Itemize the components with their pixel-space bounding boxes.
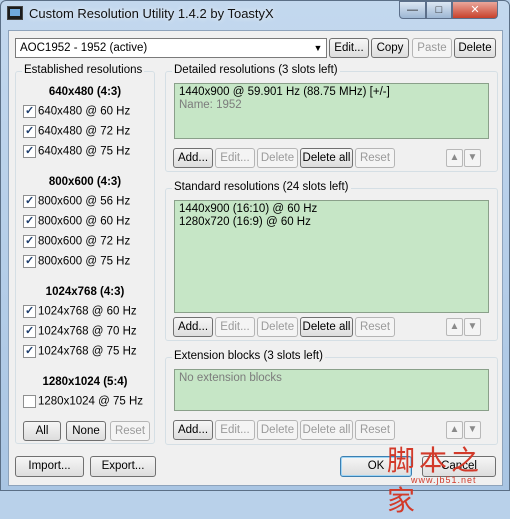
checkbox-mark[interactable]	[23, 194, 36, 208]
detailed-delete-all-button[interactable]: Delete all	[300, 148, 353, 168]
list-item-name: Name: 1952	[179, 99, 242, 111]
detailed-list[interactable]: 1440x900 @ 59.901 Hz (88.75 MHz) [+/-] N…	[174, 83, 489, 139]
chevron-down-icon[interactable]: ▼	[310, 39, 326, 57]
standard-delete-all-button[interactable]: Delete all	[300, 317, 353, 337]
none-button[interactable]: None	[66, 421, 106, 441]
maximize-button[interactable]: □	[426, 1, 452, 19]
checkbox-mark[interactable]	[23, 304, 36, 318]
move-up-icon[interactable]: ▲	[446, 318, 463, 336]
move-up-icon[interactable]: ▲	[446, 421, 463, 439]
standard-reset-button[interactable]: Reset	[355, 317, 395, 337]
extension-list[interactable]: No extension blocks	[174, 369, 489, 411]
checkbox-mark[interactable]	[23, 344, 36, 358]
extension-reset-button[interactable]: Reset	[355, 420, 395, 440]
edit-monitor-button[interactable]: Edit...	[329, 38, 369, 58]
detailed-delete-button[interactable]: Delete	[257, 148, 298, 168]
standard-list[interactable]: 1440x900 (16:10) @ 60 Hz 1280x720 (16:9)…	[174, 200, 489, 313]
standard-edit-button[interactable]: Edit...	[215, 317, 255, 337]
group-heading-640: 640x480 (4:3)	[48, 86, 122, 98]
standard-delete-button[interactable]: Delete	[257, 317, 298, 337]
move-up-icon[interactable]: ▲	[446, 149, 463, 167]
paste-button[interactable]: Paste	[412, 38, 452, 58]
group-heading-1280: 1280x1024 (5:4)	[42, 376, 128, 388]
detailed-title: Detailed resolutions (3 slots left)	[172, 64, 340, 76]
move-down-icon[interactable]: ▼	[464, 421, 481, 439]
list-item[interactable]: 1280x720 (16:9) @ 60 Hz	[179, 216, 484, 229]
checkbox-mark[interactable]	[23, 124, 36, 138]
checkbox-800x600-60[interactable]: 800x600 @ 60 Hz	[23, 214, 130, 231]
detailed-resolutions-group: Detailed resolutions (3 slots left) 1440…	[165, 64, 498, 172]
established-reset-button[interactable]: Reset	[110, 421, 150, 441]
checkbox-800x600-56[interactable]: 800x600 @ 56 Hz	[23, 194, 130, 211]
checkbox-800x600-75[interactable]: 800x600 @ 75 Hz	[23, 254, 130, 271]
checkbox-1280x1024-75[interactable]: 1280x1024 @ 75 Hz	[23, 395, 143, 411]
monitor-select[interactable]: AOC1952 - 1952 (active) ▼	[15, 38, 327, 58]
extension-delete-button[interactable]: Delete	[257, 420, 298, 440]
checkbox-640x480-60[interactable]: 640x480 @ 60 Hz	[23, 104, 130, 121]
window-title: Custom Resolution Utility 1.4.2 by Toast…	[29, 6, 274, 21]
checkbox-mark[interactable]	[23, 234, 36, 248]
minimize-button[interactable]: —	[399, 1, 426, 19]
extension-title: Extension blocks (3 slots left)	[172, 350, 325, 362]
checkbox-640x480-72[interactable]: 640x480 @ 72 Hz	[23, 124, 130, 141]
established-title: Established resolutions	[22, 64, 145, 76]
monitor-icon	[7, 6, 23, 20]
checkbox-640x480-75[interactable]: 640x480 @ 75 Hz	[23, 144, 130, 161]
established-resolutions-group: Established resolutions 640x480 (4:3) 64…	[15, 64, 155, 444]
all-button[interactable]: All	[23, 421, 61, 441]
standard-add-button[interactable]: Add...	[173, 317, 213, 337]
dialog-body: AOC1952 - 1952 (active) ▼ Edit... Copy P…	[8, 30, 503, 486]
checkbox-mark[interactable]	[23, 324, 36, 338]
checkbox-mark[interactable]	[23, 214, 36, 228]
checkbox-1024x768-70[interactable]: 1024x768 @ 70 Hz	[23, 324, 137, 341]
checkbox-mark[interactable]	[23, 104, 36, 118]
delete-monitor-button[interactable]: Delete	[454, 38, 496, 58]
standard-resolutions-group: Standard resolutions (24 slots left) 144…	[165, 181, 498, 341]
list-item[interactable]: 1440x900 (16:10) @ 60 Hz	[179, 203, 484, 216]
export-button[interactable]: Export...	[90, 456, 156, 477]
move-down-icon[interactable]: ▼	[464, 149, 481, 167]
watermark-url: www.jb51.net	[411, 475, 477, 485]
extension-edit-button[interactable]: Edit...	[215, 420, 255, 440]
move-down-icon[interactable]: ▼	[464, 318, 481, 336]
empty-message: No extension blocks	[179, 372, 282, 384]
extension-blocks-group: Extension blocks (3 slots left) No exten…	[165, 350, 498, 445]
detailed-reset-button[interactable]: Reset	[355, 148, 395, 168]
checkbox-800x600-72[interactable]: 800x600 @ 72 Hz	[23, 234, 130, 251]
copy-button[interactable]: Copy	[371, 38, 409, 58]
close-button[interactable]: ✕	[452, 1, 498, 19]
group-heading-800: 800x600 (4:3)	[48, 176, 122, 188]
group-heading-1024: 1024x768 (4:3)	[45, 286, 125, 298]
checkbox-mark[interactable]	[23, 254, 36, 268]
detailed-edit-button[interactable]: Edit...	[215, 148, 255, 168]
checkbox-1024x768-60[interactable]: 1024x768 @ 60 Hz	[23, 304, 137, 321]
extension-add-button[interactable]: Add...	[173, 420, 213, 440]
detailed-add-button[interactable]: Add...	[173, 148, 213, 168]
checkbox-1024x768-75[interactable]: 1024x768 @ 75 Hz	[23, 344, 137, 361]
extension-delete-all-button[interactable]: Delete all	[300, 420, 353, 440]
app-window: Custom Resolution Utility 1.4.2 by Toast…	[0, 0, 510, 517]
monitor-select-value: AOC1952 - 1952 (active)	[20, 42, 148, 54]
standard-title: Standard resolutions (24 slots left)	[172, 181, 351, 193]
checkbox-mark[interactable]	[23, 395, 36, 408]
list-item[interactable]: 1440x900 @ 59.901 Hz (88.75 MHz) [+/-]	[179, 86, 484, 99]
checkbox-mark[interactable]	[23, 144, 36, 158]
import-button[interactable]: Import...	[15, 456, 84, 477]
title-bar[interactable]: Custom Resolution Utility 1.4.2 by Toast…	[1, 1, 509, 27]
